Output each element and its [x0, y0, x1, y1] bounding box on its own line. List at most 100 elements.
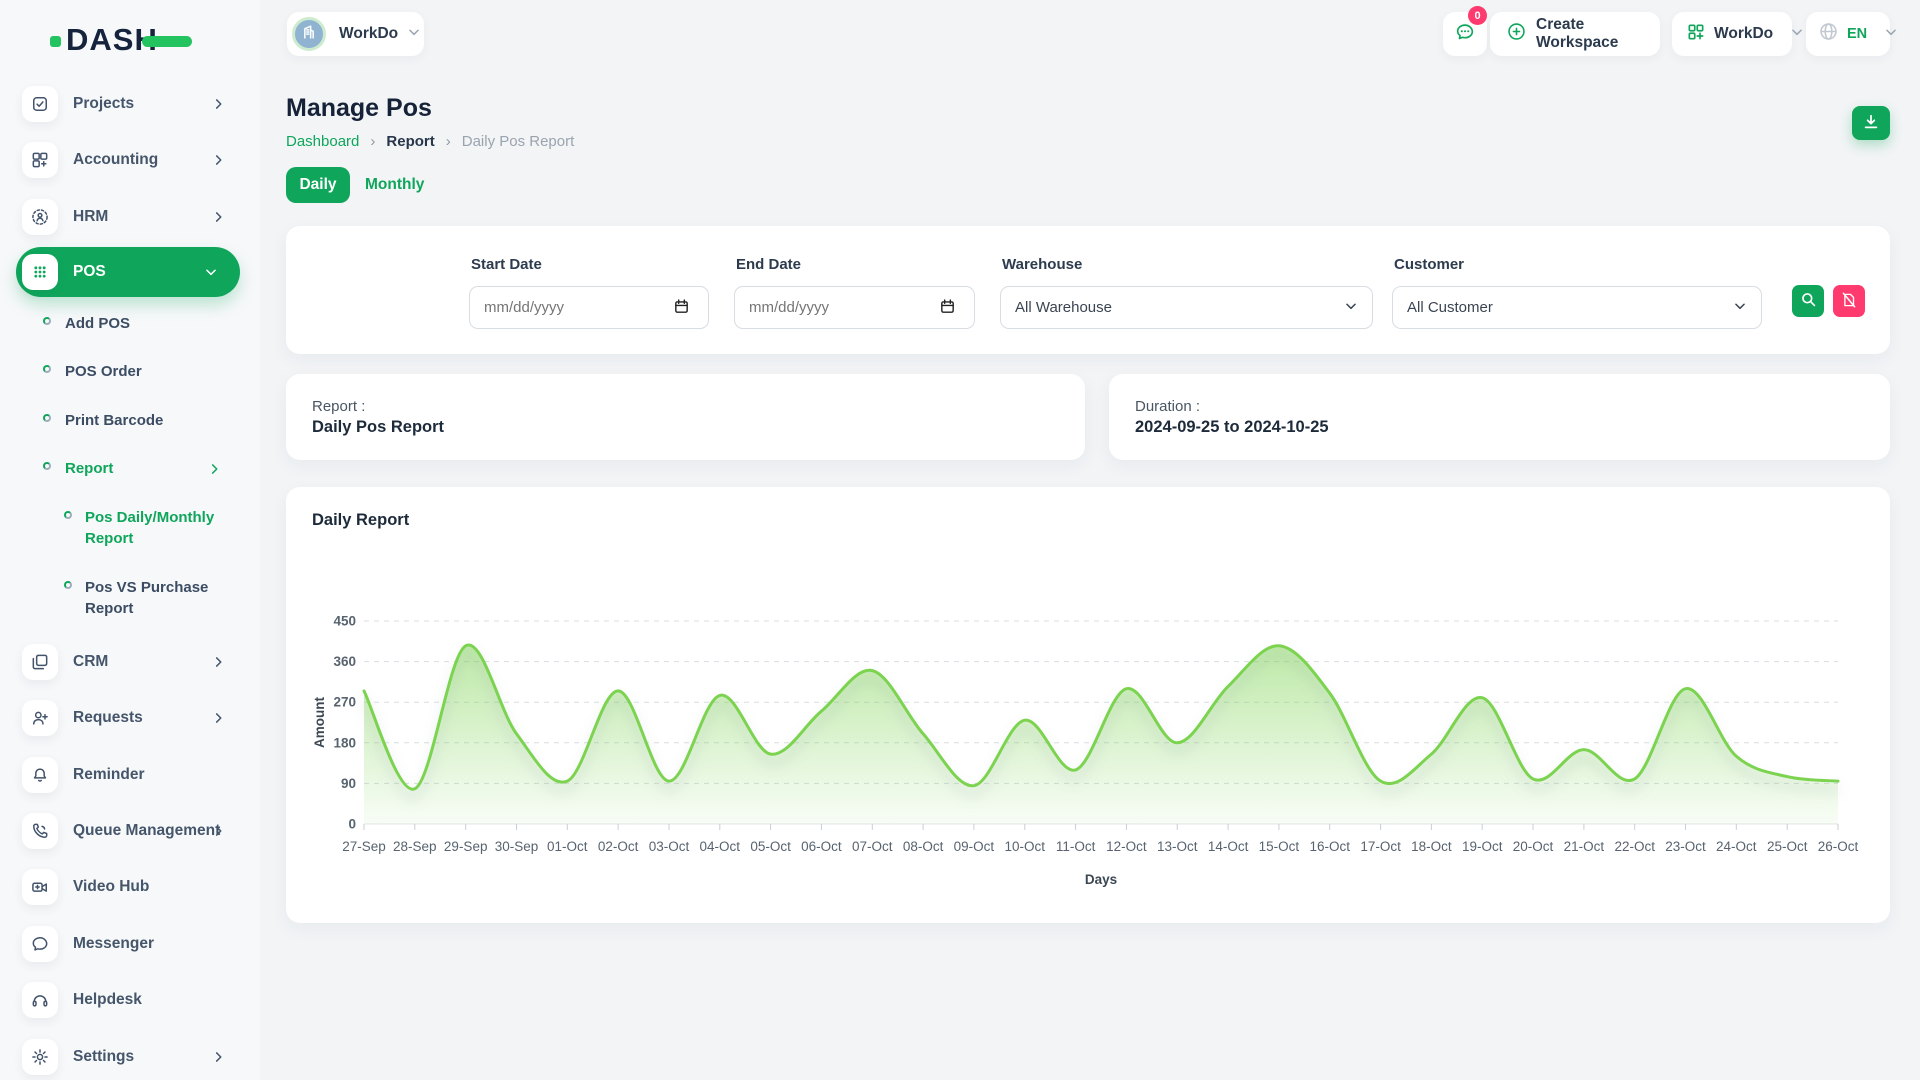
x-axis-tick-label: 23-Oct [1665, 839, 1706, 854]
x-axis-tick-label: 06-Oct [801, 839, 842, 854]
chevron-down-icon [407, 25, 421, 44]
duration-summary-card: Duration : 2024-09-25 to 2024-10-25 [1109, 374, 1890, 460]
duration-value: 2024-09-25 to 2024-10-25 [1135, 418, 1329, 437]
duration-label: Duration : [1135, 398, 1200, 415]
x-axis-tick-label: 24-Oct [1716, 839, 1757, 854]
phone-icon [22, 813, 58, 849]
start-date-input[interactable] [469, 286, 709, 329]
warehouse-select[interactable]: All Warehouse [1000, 286, 1373, 329]
app-switcher-label: WorkDo [1714, 25, 1773, 43]
chevron-right-icon [212, 97, 226, 116]
daily-report-chart: 09018027036045027-Sep28-Sep29-Sep30-Sep0… [286, 553, 1890, 903]
tab-daily[interactable]: Daily [286, 167, 350, 203]
x-axis-tick-label: 25-Oct [1767, 839, 1808, 854]
chat-bubble-icon [1454, 21, 1476, 48]
x-axis-tick-label: 01-Oct [547, 839, 588, 854]
x-axis-tick-label: 27-Sep [342, 839, 386, 854]
x-axis-tick-label: 15-Oct [1259, 839, 1300, 854]
page-title: Manage Pos [286, 94, 432, 123]
circle-plus-icon [1506, 21, 1527, 47]
bullet-icon [43, 317, 51, 325]
video-icon [22, 869, 58, 905]
sidebar-item-queue-management[interactable]: Queue Management [0, 809, 260, 853]
x-axis-tick-label: 05-Oct [750, 839, 791, 854]
x-axis-tick-label: 17-Oct [1360, 839, 1401, 854]
language-selector[interactable]: EN [1806, 12, 1890, 56]
chevron-down-icon [204, 265, 218, 284]
breadcrumb-report[interactable]: Report [386, 133, 434, 150]
logo-dot-icon [50, 36, 61, 47]
chevron-right-icon [212, 824, 226, 843]
sidebar-item-video-hub[interactable]: Video Hub [0, 865, 260, 909]
chevron-right-icon: › [446, 133, 451, 150]
gear-icon [22, 1039, 58, 1075]
customer-select[interactable]: All Customer [1392, 286, 1762, 329]
reset-button[interactable] [1833, 285, 1865, 317]
bullet-icon [43, 365, 51, 373]
warehouse-label: Warehouse [1002, 256, 1082, 273]
language-label: EN [1847, 26, 1867, 42]
logo-dash-icon [142, 36, 192, 47]
report-label: Report : [312, 398, 365, 415]
download-icon [1861, 112, 1881, 135]
sidebar-item-helpdesk[interactable]: Helpdesk [0, 978, 260, 1022]
create-workspace-label: Create Workspace [1536, 16, 1644, 52]
sidebar-item-pos[interactable]: POS [16, 247, 240, 297]
sidebar-item-accounting[interactable]: Accounting [0, 138, 260, 182]
breadcrumb: Dashboard › Report › Daily Pos Report [286, 133, 574, 150]
x-axis-tick-label: 26-Oct [1818, 839, 1859, 854]
sidebar-item-reminder[interactable]: Reminder [0, 753, 260, 797]
chevron-right-icon [212, 210, 226, 229]
sidebar-item-messenger[interactable]: Messenger [0, 922, 260, 966]
end-date-input[interactable] [734, 286, 975, 329]
app-switcher-button[interactable]: WorkDo [1672, 12, 1792, 56]
start-date-label: Start Date [471, 256, 542, 273]
bullet-icon [64, 581, 72, 589]
warehouse-value: All Warehouse [1015, 299, 1112, 316]
x-axis-tick-label: 09-Oct [954, 839, 995, 854]
chevron-right-icon [208, 462, 222, 480]
customer-label: Customer [1394, 256, 1464, 273]
y-axis-title: Amount [312, 697, 327, 748]
breadcrumb-dashboard[interactable]: Dashboard [286, 133, 359, 150]
x-axis-tick-label: 21-Oct [1564, 839, 1605, 854]
bullet-icon [64, 511, 72, 519]
x-axis-tick-label: 07-Oct [852, 839, 893, 854]
chevron-right-icon [212, 655, 226, 674]
x-axis-tick-label: 29-Sep [444, 839, 488, 854]
pos-grid-icon [22, 254, 58, 290]
file-off-icon [1840, 291, 1858, 312]
dash-logo[interactable]: DASH [66, 22, 158, 58]
hrm-person-icon [22, 199, 58, 235]
workspace-selector[interactable]: WorkDo [287, 12, 424, 56]
crm-icon [22, 644, 58, 680]
y-axis-tick-label: 90 [341, 776, 356, 791]
workspace-label: WorkDo [339, 25, 398, 43]
customer-value: All Customer [1407, 299, 1493, 316]
report-value: Daily Pos Report [312, 418, 444, 437]
y-axis-tick-label: 270 [333, 695, 356, 710]
sidebar-item-requests[interactable]: Requests [0, 696, 260, 740]
tab-monthly[interactable]: Monthly [365, 167, 424, 203]
daily-report-card: Daily Report 09018027036045027-Sep28-Sep… [286, 487, 1890, 923]
x-axis-tick-label: 14-Oct [1208, 839, 1249, 854]
filter-panel: Start Date End Date Warehouse All Wareho… [286, 226, 1890, 354]
create-workspace-button[interactable]: Create Workspace [1490, 12, 1660, 56]
x-axis-tick-label: 12-Oct [1106, 839, 1147, 854]
sidebar-item-settings[interactable]: Settings [0, 1035, 260, 1079]
chevron-down-icon [1344, 299, 1358, 317]
sidebar-item-crm[interactable]: CRM [0, 640, 260, 684]
sidebar-item-hrm[interactable]: HRM [0, 195, 260, 239]
search-button[interactable] [1792, 285, 1824, 317]
workspace-avatar [292, 17, 326, 51]
x-axis-tick-label: 04-Oct [700, 839, 741, 854]
sidebar-item-projects[interactable]: Projects [0, 82, 260, 126]
y-axis-tick-label: 180 [333, 735, 356, 750]
person-plus-icon [22, 700, 58, 736]
globe-icon [1818, 21, 1839, 47]
download-button[interactable] [1852, 106, 1890, 140]
chevron-right-icon [212, 153, 226, 172]
chevron-right-icon [212, 1050, 226, 1069]
x-axis-tick-label: 10-Oct [1005, 839, 1046, 854]
bullet-icon [43, 414, 51, 422]
